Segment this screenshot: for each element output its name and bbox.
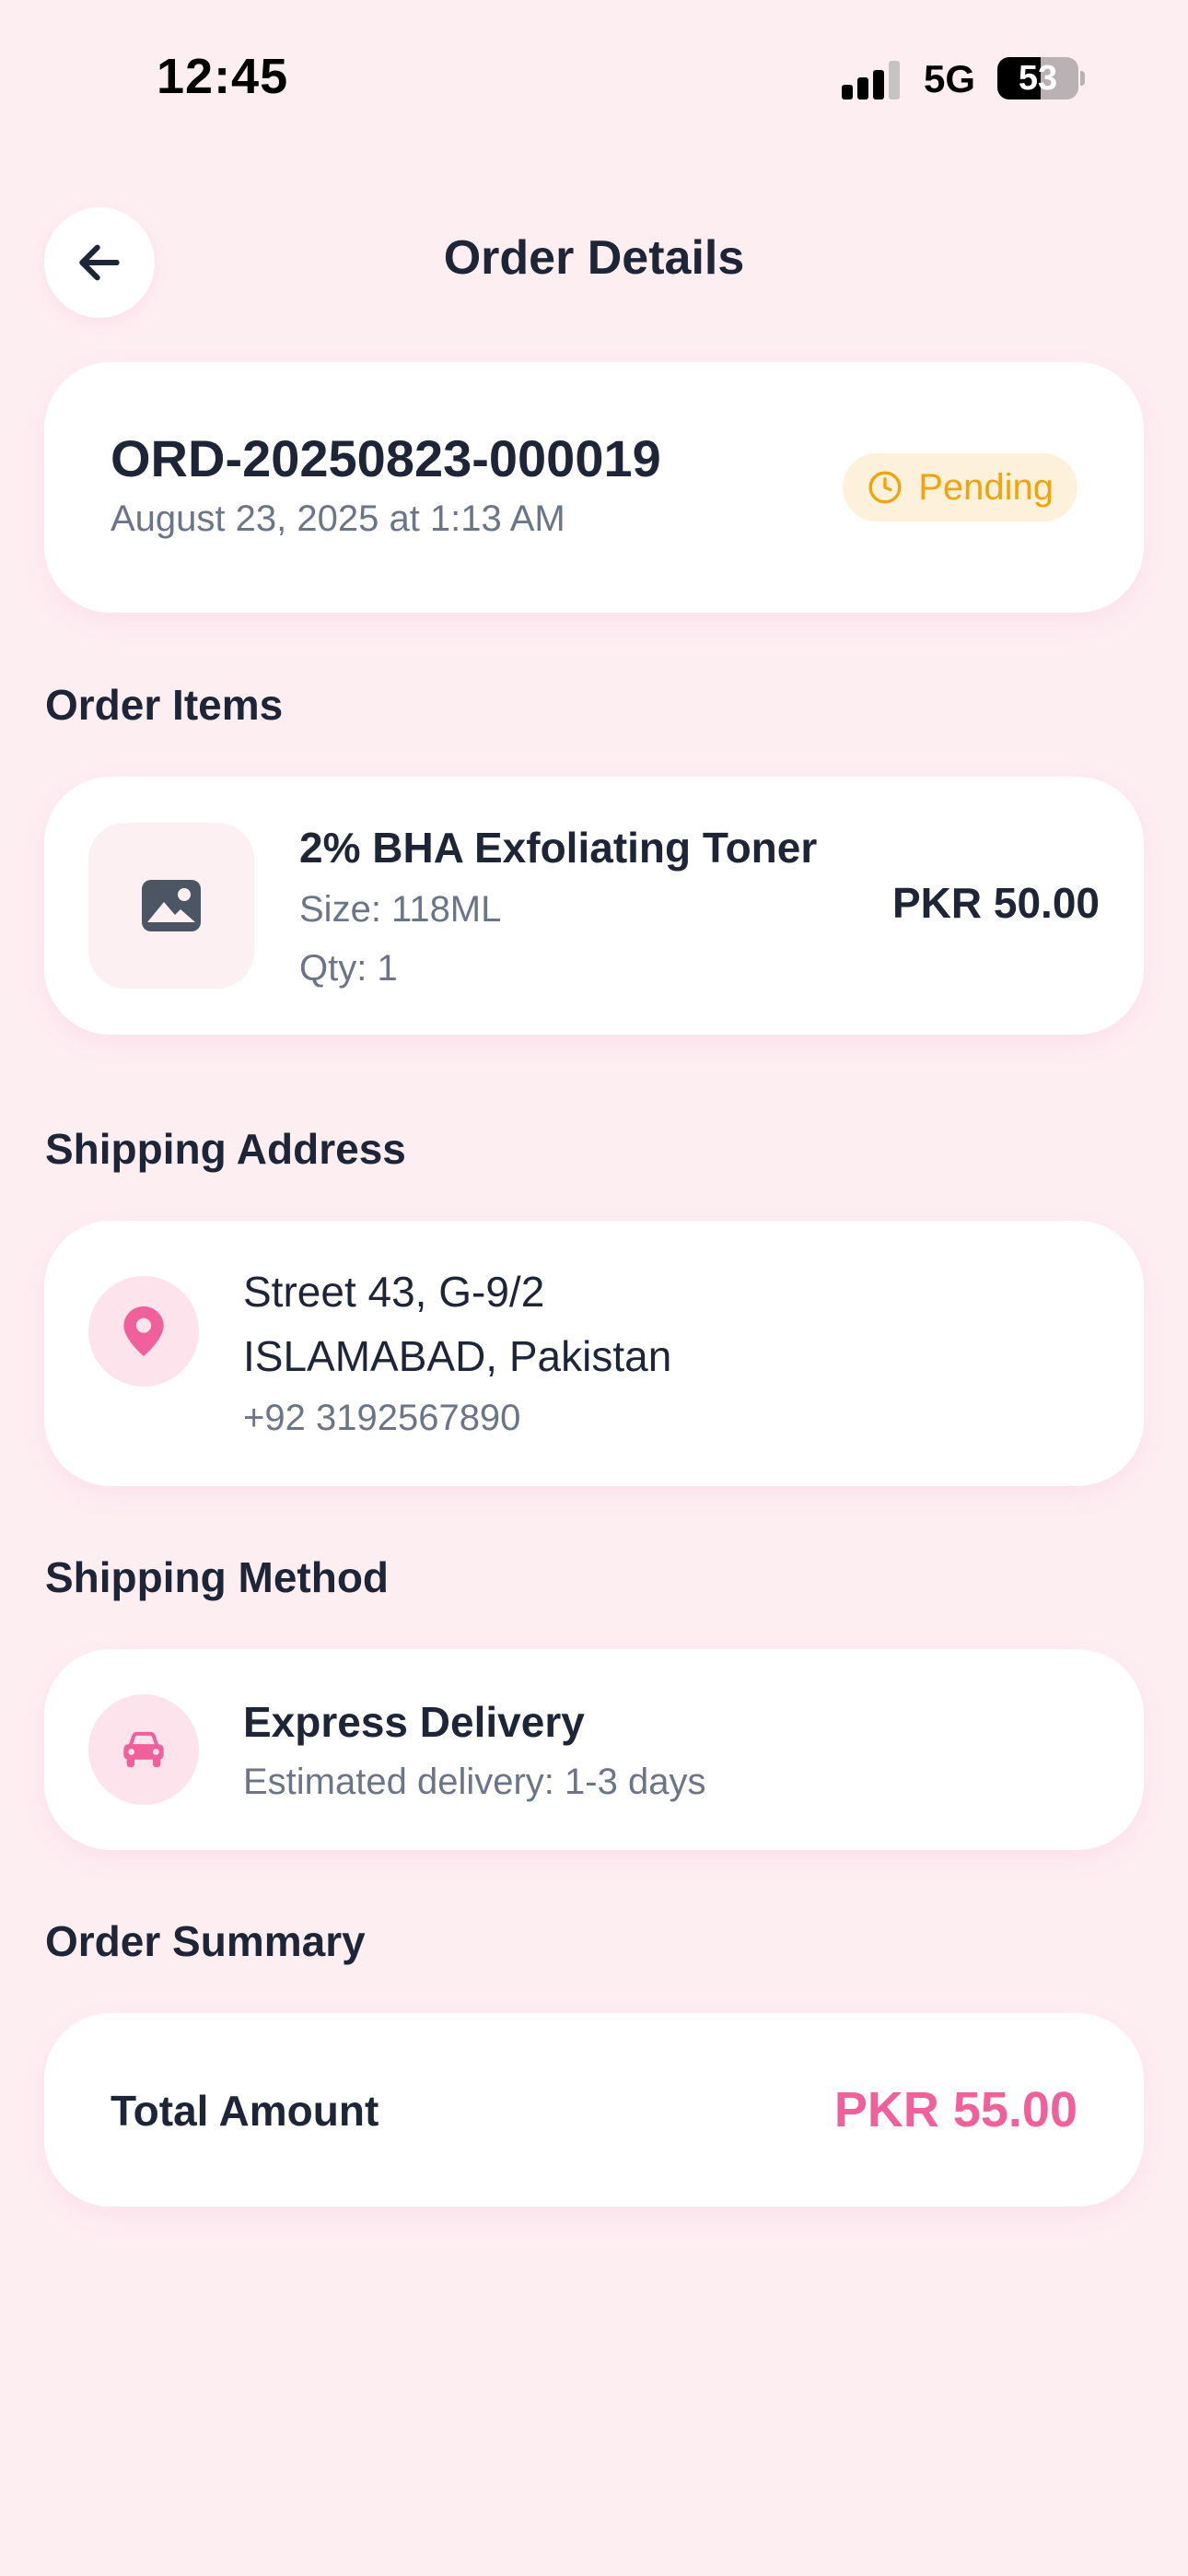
page-title: Order Details [443, 231, 745, 285]
order-item-card[interactable]: 2% BHA Exfoliating Toner Size: 118ML Qty… [44, 777, 1144, 1035]
network-type: 5G [924, 57, 976, 100]
shipping-method-heading: Shipping Method [45, 1553, 390, 1601]
shipping-method-name: Express Delivery [243, 1698, 585, 1746]
item-name: 2% BHA Exfoliating Toner [299, 824, 818, 872]
battery-icon: 53 [997, 57, 1085, 100]
address-street: Street 43, G-9/2 [243, 1268, 545, 1316]
address-phone: +92 3192567890 [243, 1398, 521, 1438]
shipping-address-card: Street 43, G-9/2 ISLAMABAD, Pakistan +92… [44, 1221, 1144, 1486]
clock-icon [868, 471, 902, 504]
order-summary-card: Total Amount PKR 55.00 [44, 2013, 1144, 2207]
item-quantity: Qty: 1 [299, 948, 398, 989]
address-icon-circle [88, 1276, 199, 1387]
status-badge: Pending [843, 453, 1077, 521]
method-icon-circle [88, 1694, 199, 1805]
order-summary-heading: Order Summary [45, 1917, 366, 1965]
item-price: PKR 50.00 [891, 879, 1100, 927]
map-pin-icon [123, 1306, 164, 1356]
total-amount-value: PKR 55.00 [833, 2082, 1077, 2137]
product-thumbnail [88, 823, 254, 989]
car-icon [123, 1731, 164, 1768]
shipping-method-card: Express Delivery Estimated delivery: 1-3… [44, 1649, 1144, 1850]
signal-strength-icon [842, 61, 900, 100]
battery-level: 53 [1018, 59, 1058, 98]
total-amount-label: Total Amount [111, 2087, 379, 2135]
order-number: ORD-20250823-000019 [111, 429, 661, 487]
order-header-card: ORD-20250823-000019 August 23, 2025 at 1… [44, 362, 1144, 613]
delivery-estimate: Estimated delivery: 1-3 days [243, 1762, 706, 1802]
order-date: August 23, 2025 at 1:13 AM [111, 498, 565, 539]
shipping-address-heading: Shipping Address [45, 1125, 406, 1173]
status-label: Pending [918, 466, 1054, 508]
status-bar: 12:45 5G 53 [0, 0, 1188, 147]
item-size: Size: 118ML [299, 889, 502, 930]
status-time: 12:45 [157, 49, 289, 104]
image-placeholder-icon [142, 880, 201, 931]
address-city: ISLAMABAD, Pakistan [243, 1332, 672, 1380]
order-items-heading: Order Items [45, 681, 284, 729]
